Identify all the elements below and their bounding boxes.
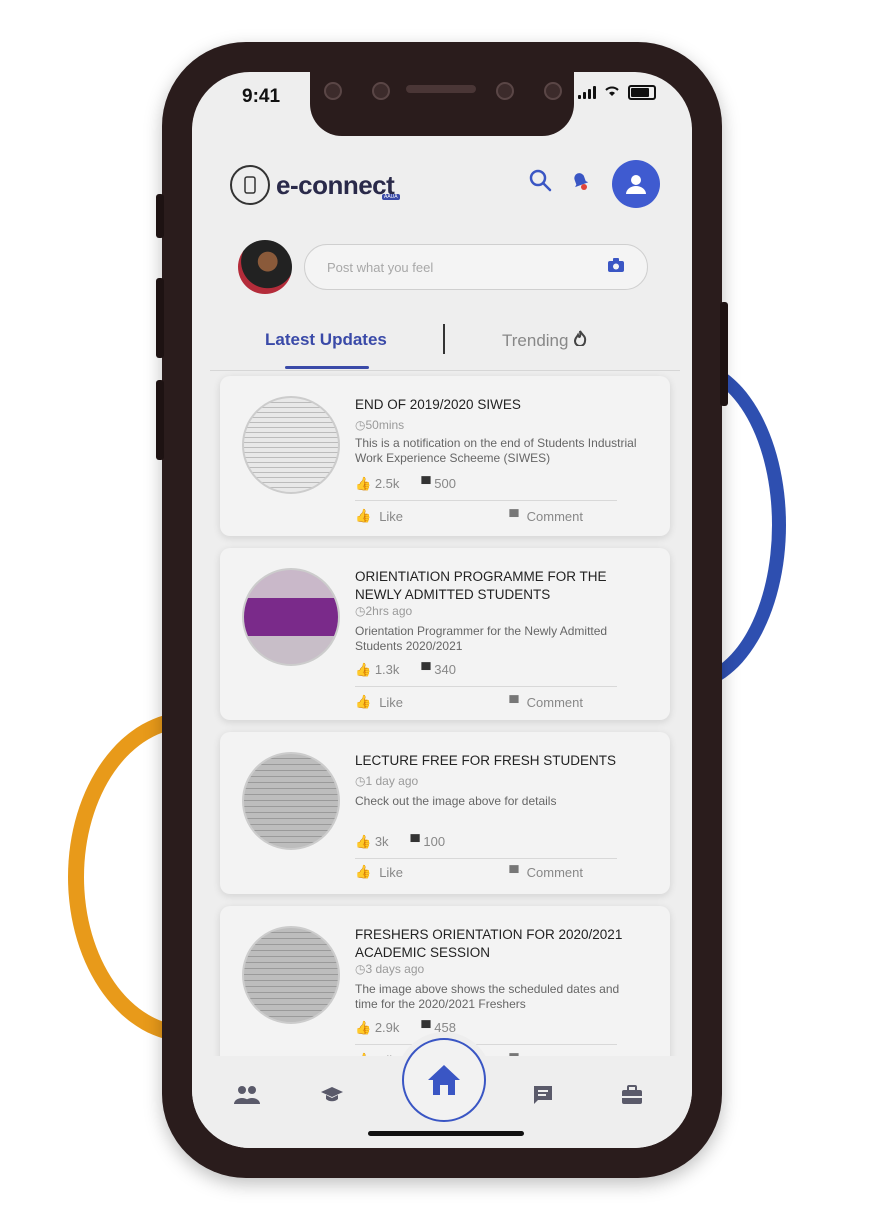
thumbs-up-icon: 👍 bbox=[355, 864, 372, 879]
post-description: The image above shows the scheduled date… bbox=[355, 982, 620, 1011]
home-icon bbox=[428, 1065, 460, 1095]
volume-up-button bbox=[156, 278, 164, 358]
post-description: Orientation Programmer for the Newly Adm… bbox=[355, 624, 608, 653]
like-button[interactable]: 👍Like bbox=[355, 508, 403, 524]
post-composer-input[interactable]: Post what you feel bbox=[304, 244, 648, 290]
people-icon[interactable] bbox=[232, 1084, 262, 1112]
post-title: FRESHERS ORIENTATION FOR 2020/2021 ACADE… bbox=[355, 927, 623, 960]
home-indicator bbox=[368, 1131, 524, 1136]
post-stats: 👍 1.3k ▀ 340 bbox=[355, 662, 456, 677]
chat-icon[interactable] bbox=[532, 1084, 554, 1112]
comment-icon: ▀ bbox=[509, 694, 519, 710]
post-title: LECTURE FREE FOR FRESH STUDENTS bbox=[355, 753, 617, 768]
clock-icon: ◷ bbox=[355, 774, 366, 788]
post-card[interactable]: ORIENTIATION PROGRAMME FOR THE NEWLY ADM… bbox=[220, 548, 670, 720]
app-logo: e-connect bbox=[230, 165, 395, 205]
post-card[interactable]: END OF 2019/2020 SIWES ◷50mins This is a… bbox=[220, 376, 670, 536]
power-button bbox=[720, 302, 728, 406]
logo-phone-icon bbox=[230, 165, 270, 205]
post-thumbnail[interactable] bbox=[242, 752, 340, 850]
comment-icon: ▀ bbox=[421, 1020, 431, 1035]
comment-button[interactable]: ▀Comment bbox=[509, 694, 583, 710]
battery-icon bbox=[628, 84, 656, 100]
volume-down-button bbox=[156, 380, 164, 460]
post-card[interactable]: LECTURE FREE FOR FRESH STUDENTS ◷1 day a… bbox=[220, 732, 670, 894]
profile-button[interactable] bbox=[612, 160, 660, 208]
tab-trending[interactable]: Trending bbox=[502, 330, 587, 351]
clock-icon: ◷ bbox=[355, 962, 366, 976]
post-stats: 👍 2.5k ▀ 500 bbox=[355, 476, 456, 491]
graduation-cap-icon[interactable] bbox=[320, 1084, 344, 1110]
post-stats: 👍 3k ▀ 100 bbox=[355, 834, 446, 849]
clock-icon: ◷ bbox=[355, 604, 366, 618]
comment-button[interactable]: ▀Comment bbox=[509, 508, 583, 524]
post-time: ◷2hrs ago bbox=[355, 604, 413, 618]
post-thumbnail[interactable] bbox=[242, 396, 340, 494]
phone-frame: 9:41 e-connect AAUA Post what you feel L… bbox=[156, 42, 728, 1178]
comment-icon: ▀ bbox=[509, 508, 519, 524]
post-description: Check out the image above for details bbox=[355, 794, 557, 808]
mute-switch bbox=[156, 194, 164, 238]
thumbs-up-icon: 👍 bbox=[355, 834, 372, 849]
post-title: ORIENTIATION PROGRAMME FOR THE NEWLY ADM… bbox=[355, 569, 607, 602]
status-time: 9:41 bbox=[242, 86, 281, 107]
post-title: END OF 2019/2020 SIWES bbox=[355, 397, 521, 412]
bottom-navigation bbox=[192, 1038, 692, 1148]
clock-icon: ◷ bbox=[355, 418, 366, 432]
flame-icon bbox=[573, 330, 587, 350]
post-time: ◷1 day ago bbox=[355, 774, 419, 788]
thumbs-up-icon: 👍 bbox=[355, 662, 372, 677]
active-tab-indicator bbox=[285, 366, 369, 369]
status-icons bbox=[578, 84, 656, 100]
signal-icon bbox=[578, 85, 596, 99]
comment-icon: ▀ bbox=[509, 864, 519, 880]
logo-badge: AAUA bbox=[382, 194, 400, 200]
wifi-icon bbox=[604, 84, 620, 100]
feed-tabs: Latest Updates Trending bbox=[210, 322, 680, 371]
search-icon[interactable] bbox=[528, 168, 552, 199]
post-time: ◷3 days ago bbox=[355, 962, 425, 976]
tab-divider bbox=[443, 324, 445, 354]
user-avatar[interactable] bbox=[238, 240, 292, 294]
comment-icon: ▀ bbox=[421, 476, 431, 491]
app-screen: 9:41 e-connect AAUA Post what you feel L… bbox=[192, 72, 692, 1148]
briefcase-icon[interactable] bbox=[620, 1084, 644, 1112]
tab-latest-updates[interactable]: Latest Updates bbox=[265, 330, 387, 350]
post-time: ◷50mins bbox=[355, 418, 405, 432]
composer-placeholder: Post what you feel bbox=[327, 259, 434, 275]
comment-icon: ▀ bbox=[410, 834, 420, 849]
thumbs-up-icon: 👍 bbox=[355, 508, 372, 523]
thumbs-up-icon: 👍 bbox=[355, 694, 372, 709]
profile-icon bbox=[626, 175, 646, 194]
logo-text: e-connect bbox=[276, 169, 395, 200]
home-button[interactable] bbox=[402, 1038, 486, 1122]
camera-icon[interactable] bbox=[607, 257, 625, 278]
post-stats: 👍 2.9k ▀ 458 bbox=[355, 1020, 456, 1035]
like-button[interactable]: 👍Like bbox=[355, 694, 403, 710]
comment-icon: ▀ bbox=[421, 662, 431, 677]
bell-icon[interactable] bbox=[568, 168, 592, 199]
thumbs-up-icon: 👍 bbox=[355, 476, 372, 491]
post-description: This is a notification on the end of Stu… bbox=[355, 436, 637, 465]
post-thumbnail[interactable] bbox=[242, 568, 340, 666]
like-button[interactable]: 👍Like bbox=[355, 864, 403, 880]
post-thumbnail[interactable] bbox=[242, 926, 340, 1024]
notch bbox=[310, 72, 574, 136]
comment-button[interactable]: ▀Comment bbox=[509, 864, 583, 880]
thumbs-up-icon: 👍 bbox=[355, 1020, 372, 1035]
